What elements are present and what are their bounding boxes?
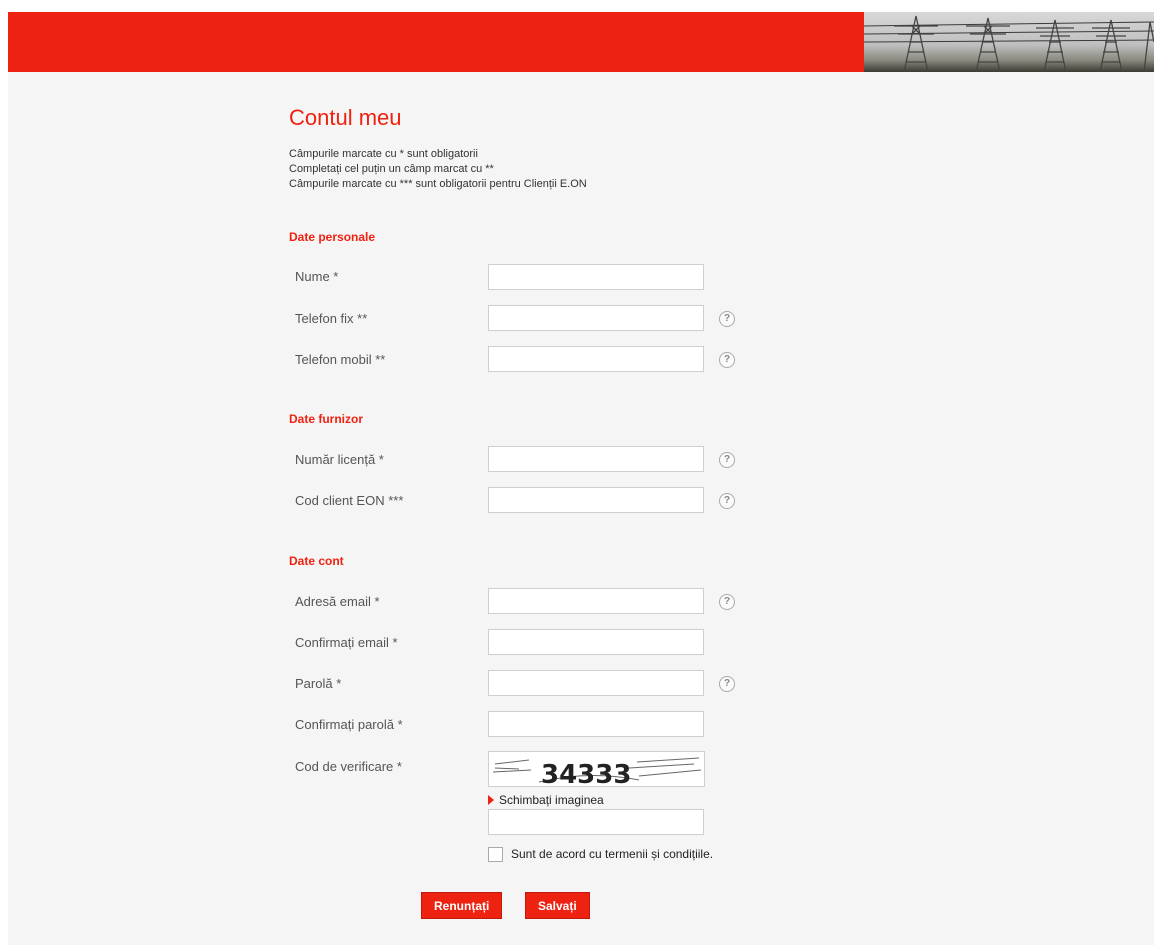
cod-client-input[interactable] — [488, 487, 704, 513]
cod-verificare-label: Cod de verificare * — [295, 759, 402, 774]
nume-input[interactable] — [488, 264, 704, 290]
section-personal-data: Date personale — [289, 230, 376, 244]
terms-label: Sunt de acord cu termenii și condițiile. — [511, 847, 714, 861]
nume-label: Nume * — [295, 269, 339, 284]
section-account-data: Date cont — [289, 554, 344, 568]
captcha-code-input[interactable] — [488, 809, 704, 835]
terms-checkbox[interactable]: Sunt de acord cu termenii și condițiile. — [488, 847, 713, 862]
question-mark-icon[interactable]: ? — [719, 676, 735, 692]
question-mark-icon[interactable]: ? — [719, 493, 735, 509]
parola-label: Parolă * — [295, 676, 342, 691]
confirm-email-label: Confirmați email * — [295, 635, 398, 650]
telefon-mobil-label: Telefon mobil ** — [295, 352, 386, 367]
eon-clients-note: Câmpurile marcate cu *** sunt obligatori… — [289, 178, 587, 190]
section-supplier-data: Date furnizor — [289, 412, 364, 426]
confirm-parola-label: Confirmați parolă * — [295, 717, 403, 732]
cancel-button[interactable]: Renunțați — [421, 892, 503, 919]
telefon-fix-label: Telefon fix ** — [295, 311, 368, 326]
question-mark-icon[interactable]: ? — [719, 452, 735, 468]
captcha-image: 34333 — [488, 751, 705, 787]
email-label: Adresă email * — [295, 594, 380, 609]
question-mark-icon[interactable]: ? — [719, 311, 735, 327]
confirm-parola-input[interactable] — [488, 711, 704, 737]
change-image-label: Schimbați imaginea — [499, 793, 604, 807]
checkbox-icon[interactable] — [488, 847, 503, 862]
save-button[interactable]: Salvați — [525, 892, 590, 919]
numar-licenta-input[interactable] — [488, 446, 704, 472]
captcha-char-1: 34333 — [541, 760, 631, 787]
page: Contul meu Câmpurile marcate cu * sunt o… — [8, 12, 1154, 945]
confirm-email-input[interactable] — [488, 629, 704, 655]
email-input[interactable] — [488, 588, 704, 614]
telefon-mobil-input[interactable] — [488, 346, 704, 372]
parola-input[interactable] — [488, 670, 704, 696]
telefon-fix-input[interactable] — [488, 305, 704, 331]
account-form: Contul meu Câmpurile marcate cu * sunt o… — [289, 12, 889, 945]
question-mark-icon[interactable]: ? — [719, 352, 735, 368]
page-title: Contul meu — [289, 105, 402, 130]
question-mark-icon[interactable]: ? — [719, 594, 735, 610]
numar-licenta-label: Număr licență * — [295, 452, 384, 467]
required-note: Câmpurile marcate cu * sunt obligatorii — [289, 148, 478, 160]
cod-client-label: Cod client EON *** — [295, 493, 404, 508]
arrow-right-icon — [488, 795, 494, 805]
power-lines-photo — [864, 12, 1154, 72]
change-image-link[interactable]: Schimbați imaginea — [488, 793, 604, 807]
at-least-one-note: Completați cel puțin un câmp marcat cu *… — [289, 163, 494, 175]
